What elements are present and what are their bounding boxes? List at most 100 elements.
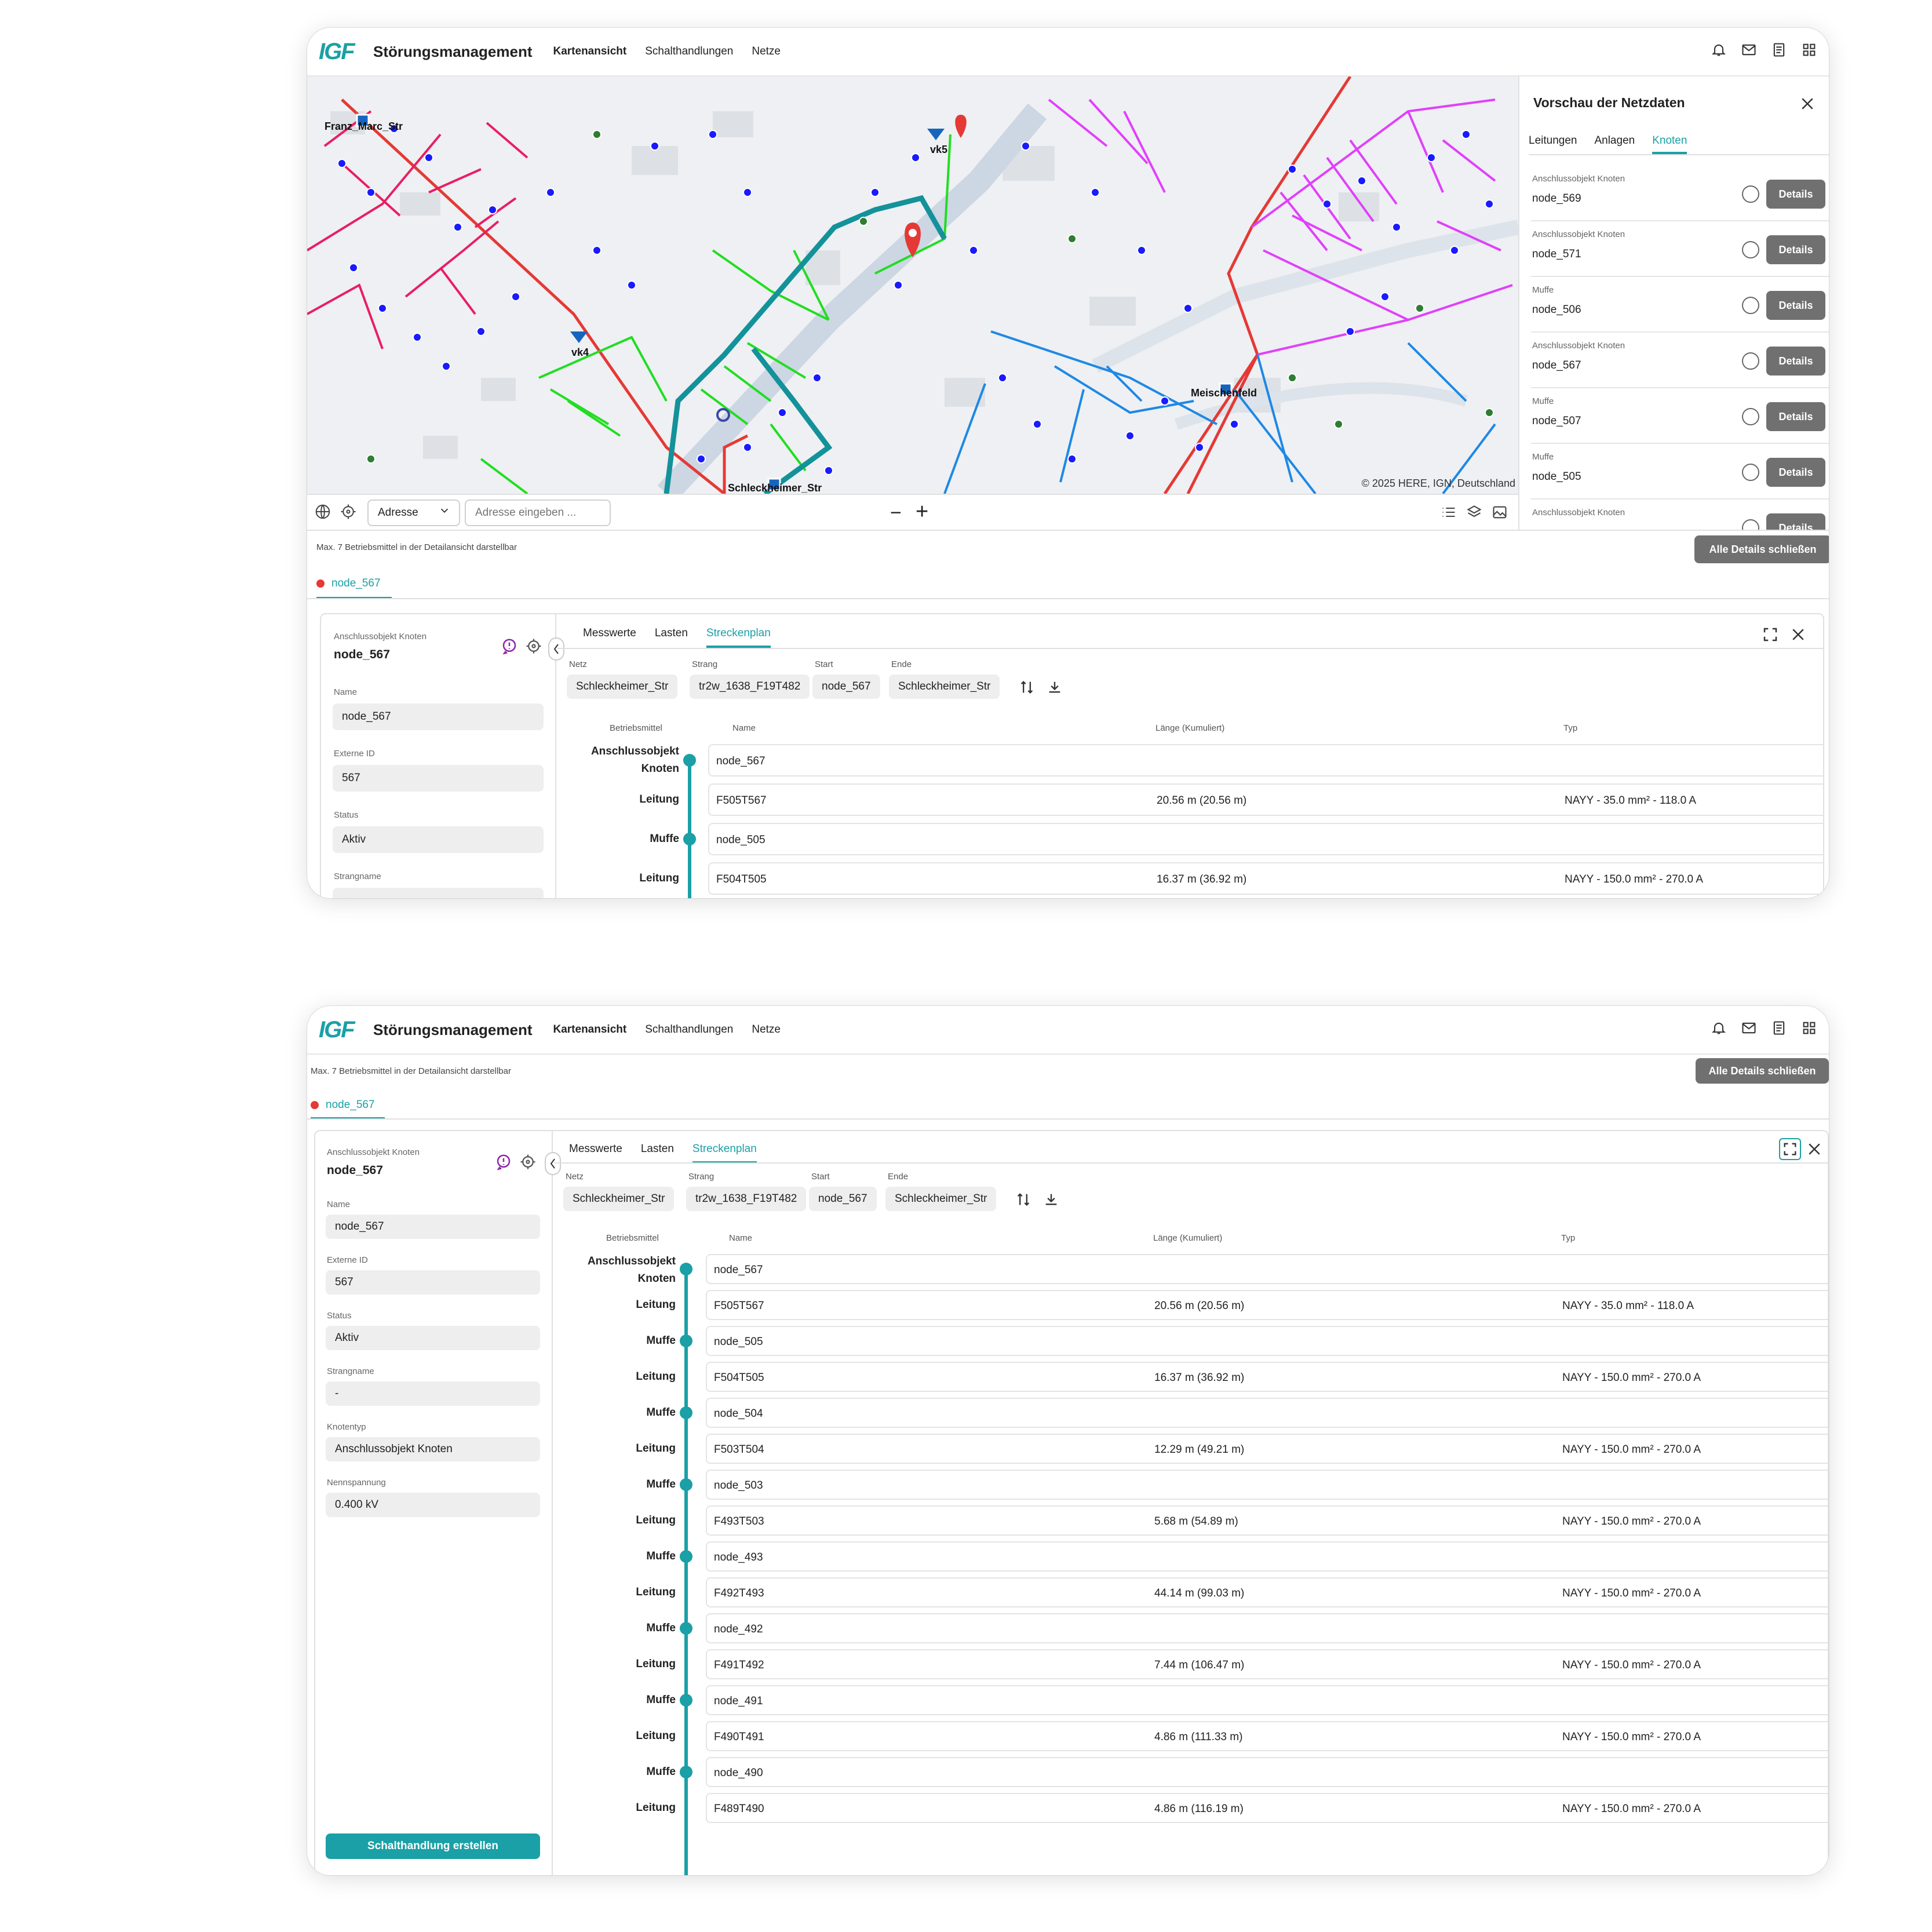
- table-row[interactable]: node_567: [708, 744, 1823, 777]
- target-icon[interactable]: [1742, 519, 1759, 530]
- close-all-details-button[interactable]: Alle Details schließen: [1696, 1058, 1829, 1084]
- top-header: IGF Störungsmanagement Kartenansicht Sch…: [307, 28, 1829, 76]
- zoom-in-icon[interactable]: +: [916, 500, 928, 524]
- apps-grid-icon[interactable]: [1801, 42, 1817, 58]
- map-canvas[interactable]: Franz_Marc_Str vk5 vk4 Meischenfeld Schl…: [307, 76, 1518, 494]
- target-icon[interactable]: [1742, 241, 1759, 258]
- preview-item-name: node_571: [1532, 248, 1581, 260]
- target-icon[interactable]: [1742, 464, 1759, 481]
- row-length: 12.29 m (49.21 m): [1154, 1443, 1245, 1456]
- bell-icon[interactable]: [1711, 42, 1727, 58]
- details-button[interactable]: Details: [1766, 291, 1825, 320]
- close-icon[interactable]: [1806, 1140, 1823, 1161]
- row-length: 20.56 m (20.56 m): [1154, 1300, 1245, 1312]
- download-icon[interactable]: [1043, 1191, 1059, 1211]
- document-icon[interactable]: [1771, 42, 1787, 58]
- fullscreen-icon[interactable]: [1762, 626, 1779, 646]
- row-type-label: Muffe: [646, 1478, 676, 1490]
- locate-icon[interactable]: [340, 503, 357, 523]
- tab-lasten[interactable]: Lasten: [641, 1143, 674, 1164]
- row-type: NAYY - 150.0 mm² - 270.0 A: [1562, 1659, 1701, 1671]
- top-header: IGF Störungsmanagement Kartenansicht Sch…: [307, 1006, 1829, 1055]
- tab-leitungen[interactable]: Leitungen: [1529, 134, 1577, 154]
- create-switching-action-button[interactable]: Schalthandlung erstellen: [326, 1833, 540, 1859]
- globe-icon[interactable]: [314, 503, 331, 523]
- table-row[interactable]: node_567: [706, 1254, 1828, 1284]
- tab-knoten[interactable]: Knoten: [1652, 134, 1687, 154]
- row-type: NAYY - 150.0 mm² - 270.0 A: [1562, 1515, 1701, 1528]
- table-row[interactable]: F503T504 12.29 m (49.21 m) NAYY - 150.0 mm…: [706, 1434, 1828, 1464]
- row-type: NAYY - 150.0 mm² - 270.0 A: [1565, 873, 1704, 885]
- swap-direction-icon[interactable]: [1015, 1191, 1031, 1211]
- comment-icon[interactable]: [495, 1153, 512, 1173]
- exit-fullscreen-icon[interactable]: [1779, 1138, 1801, 1160]
- download-icon[interactable]: [1047, 679, 1063, 698]
- zoom-out-icon[interactable]: −: [890, 502, 902, 524]
- table-row[interactable]: node_505: [706, 1326, 1828, 1356]
- bell-icon[interactable]: [1711, 1020, 1727, 1036]
- list-icon[interactable]: [1441, 504, 1457, 523]
- details-button[interactable]: Details: [1766, 458, 1825, 487]
- table-row[interactable]: node_503: [706, 1470, 1828, 1500]
- table-row[interactable]: node_490: [706, 1757, 1828, 1787]
- table-row[interactable]: F493T503 5.68 m (54.89 m) NAYY - 150.0 mm²…: [706, 1505, 1828, 1536]
- table-row[interactable]: F491T492 7.44 m (106.47 m) NAYY - 150.0 mm…: [706, 1649, 1828, 1679]
- details-button[interactable]: Details: [1766, 513, 1825, 530]
- comment-icon[interactable]: [501, 637, 518, 658]
- target-icon[interactable]: [519, 1153, 537, 1173]
- table-row[interactable]: F505T567 20.56 m (20.56 m) NAYY - 35.0 mm²…: [708, 783, 1823, 816]
- close-icon[interactable]: [1799, 95, 1816, 115]
- address-mode-select[interactable]: Adresse: [367, 500, 460, 526]
- close-all-details-button[interactable]: Alle Details schließen: [1694, 535, 1829, 563]
- tab-streckenplan[interactable]: Streckenplan: [692, 1143, 757, 1164]
- target-icon[interactable]: [1742, 408, 1759, 425]
- details-button[interactable]: Details: [1766, 180, 1825, 209]
- details-button[interactable]: Details: [1766, 347, 1825, 376]
- details-button[interactable]: Details: [1766, 235, 1825, 264]
- table-row[interactable]: node_504: [706, 1398, 1828, 1428]
- nav-kartenansicht[interactable]: Kartenansicht: [553, 1023, 627, 1036]
- table-row[interactable]: F490T491 4.86 m (111.33 m) NAYY - 150.0 mm…: [706, 1721, 1828, 1751]
- detail-tab-node-567[interactable]: node_567: [311, 1099, 375, 1111]
- target-icon[interactable]: [1742, 297, 1759, 314]
- row-type-label: Leitung: [636, 1802, 676, 1814]
- table-row[interactable]: node_492: [706, 1613, 1828, 1643]
- tab-messwerte[interactable]: Messwerte: [583, 627, 636, 648]
- swap-direction-icon[interactable]: [1019, 679, 1035, 698]
- document-icon[interactable]: [1771, 1020, 1787, 1036]
- mail-icon[interactable]: [1741, 1020, 1757, 1036]
- table-row[interactable]: F489T490 4.86 m (116.19 m) NAYY - 150.0 mm…: [706, 1793, 1828, 1823]
- table-row[interactable]: node_505: [708, 823, 1823, 855]
- tab-messwerte[interactable]: Messwerte: [569, 1143, 622, 1164]
- nav-schalthandlungen[interactable]: Schalthandlungen: [645, 1023, 733, 1036]
- app-window-map-view: IGF Störungsmanagement Kartenansicht Sch…: [307, 28, 1829, 898]
- detail-tab-node-567[interactable]: node_567: [316, 577, 381, 590]
- close-icon[interactable]: [1789, 626, 1807, 646]
- chevron-down-icon: [438, 504, 451, 520]
- nav-netze[interactable]: Netze: [752, 45, 781, 58]
- apps-grid-icon[interactable]: [1801, 1020, 1817, 1036]
- target-icon[interactable]: [1742, 352, 1759, 370]
- tab-streckenplan[interactable]: Streckenplan: [706, 627, 771, 648]
- target-icon[interactable]: [525, 637, 542, 658]
- route-node-dot: [680, 1622, 692, 1635]
- details-button[interactable]: Details: [1766, 402, 1825, 431]
- table-row[interactable]: F504T505 16.37 m (36.92 m) NAYY - 150.0 mm…: [708, 862, 1823, 895]
- table-row[interactable]: node_491: [706, 1685, 1828, 1715]
- address-input[interactable]: [465, 500, 611, 526]
- target-icon[interactable]: [1742, 185, 1759, 203]
- tab-anlagen[interactable]: Anlagen: [1594, 134, 1635, 154]
- tab-lasten[interactable]: Lasten: [655, 627, 688, 648]
- nav-netze[interactable]: Netze: [752, 1023, 781, 1036]
- table-row[interactable]: node_493: [706, 1541, 1828, 1572]
- table-row[interactable]: F505T567 20.56 m (20.56 m) NAYY - 35.0 mm²…: [706, 1290, 1828, 1320]
- table-row[interactable]: F504T505 16.37 m (36.92 m) NAYY - 150.0 mm…: [706, 1362, 1828, 1392]
- layers-icon[interactable]: [1466, 504, 1482, 523]
- network-map[interactable]: Franz_Marc_Str vk5 vk4 Meischenfeld Schl…: [307, 76, 1518, 494]
- mail-icon[interactable]: [1741, 42, 1757, 58]
- field-label-status: Status: [327, 1311, 352, 1321]
- map-image-icon[interactable]: [1492, 504, 1508, 523]
- table-row[interactable]: F492T493 44.14 m (99.03 m) NAYY - 150.0 mm…: [706, 1577, 1828, 1607]
- nav-schalthandlungen[interactable]: Schalthandlungen: [645, 45, 733, 58]
- nav-kartenansicht[interactable]: Kartenansicht: [553, 45, 627, 58]
